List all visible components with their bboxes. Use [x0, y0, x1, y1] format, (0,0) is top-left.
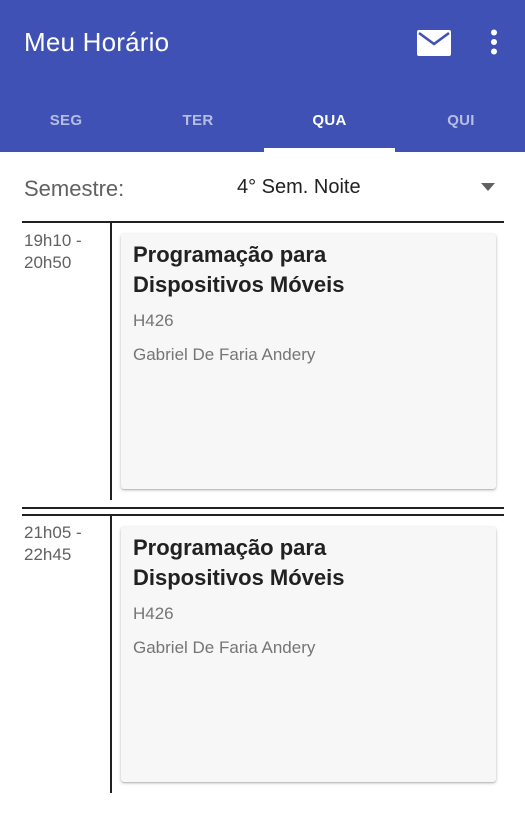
class-time-end: 22h45 — [24, 545, 72, 564]
divider-block — [22, 507, 504, 509]
time-column-divider — [110, 516, 112, 793]
more-options-button[interactable] — [480, 24, 508, 60]
class-teacher: Gabriel De Faria Andery — [133, 345, 316, 364]
semester-label: Semestre: — [24, 176, 125, 201]
semester-row: Semestre: 4° Sem. Noite — [0, 152, 525, 222]
class-time-start: 19h10 - — [24, 231, 82, 250]
class-title-line: Programação para — [133, 242, 327, 267]
class-title-line: Dispositivos Móveis — [133, 565, 345, 590]
class-time: 21h05 - 22h45 — [24, 522, 82, 566]
class-title: Programação para Dispositivos Móveis — [133, 240, 483, 300]
app-bar: Meu Horário SEG TER QUA QUI — [0, 0, 525, 152]
class-room: H426 — [133, 311, 174, 330]
toolbar: Meu Horário — [0, 0, 525, 88]
divider-top — [22, 221, 504, 223]
divider-block-second — [22, 514, 504, 516]
class-time: 19h10 - 20h50 — [24, 230, 82, 274]
tab-ter[interactable]: TER — [132, 88, 264, 152]
class-card[interactable]: Programação para Dispositivos Móveis H42… — [121, 234, 496, 489]
class-title-line: Dispositivos Móveis — [133, 272, 345, 297]
class-card[interactable]: Programação para Dispositivos Móveis H42… — [121, 527, 496, 782]
tab-qua[interactable]: QUA — [264, 88, 395, 152]
semester-value: 4° Sem. Noite — [237, 176, 361, 198]
class-title-line: Programação para — [133, 535, 327, 560]
time-column-divider — [110, 222, 112, 500]
tab-seg[interactable]: SEG — [0, 88, 132, 152]
more-vert-icon — [491, 29, 497, 55]
mail-icon — [417, 30, 451, 56]
class-time-start: 21h05 - — [24, 523, 82, 542]
class-time-end: 20h50 — [24, 253, 72, 272]
class-room: H426 — [133, 604, 174, 623]
dropdown-arrow-icon — [481, 183, 495, 191]
day-tabs: SEG TER QUA QUI — [0, 88, 525, 152]
app-title: Meu Horário — [24, 27, 170, 57]
class-teacher: Gabriel De Faria Andery — [133, 638, 316, 657]
class-title: Programação para Dispositivos Móveis — [133, 533, 483, 593]
mail-button[interactable] — [414, 26, 454, 60]
tab-qui[interactable]: QUI — [395, 88, 525, 152]
semester-dropdown[interactable]: 4° Sem. Noite — [210, 166, 510, 210]
